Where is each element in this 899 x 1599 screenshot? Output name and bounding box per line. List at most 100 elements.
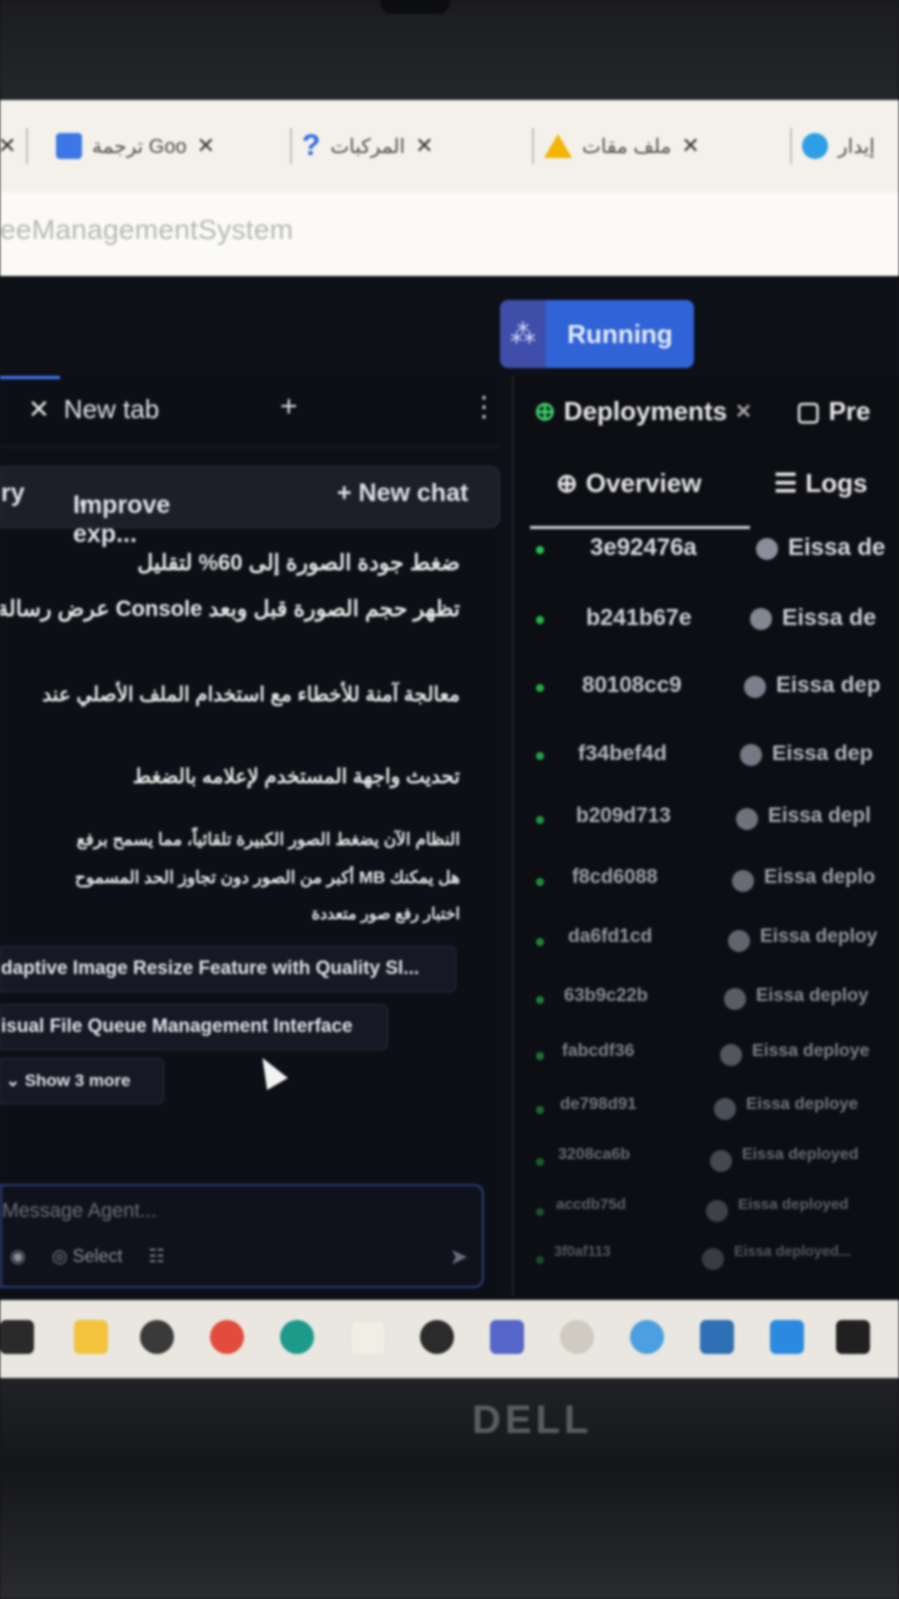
show-more-button[interactable]: ⌄ Show 3 more [0,1058,164,1104]
deployments-tab-bar: ⊕ Deployments ✕ ▢ Pre [514,376,899,446]
skype-icon[interactable] [630,1320,664,1354]
deployment-hash: de798d91 [560,1094,637,1113]
browser-tab-edge[interactable]: إيدار [790,100,875,192]
deployment-row[interactable]: de798d91 Eissa deploye [514,1094,899,1124]
deployment-author: Eissa deploy [760,926,878,947]
deployment-row[interactable]: 3f0af113 Eissa deployed... [514,1244,899,1274]
app-icon[interactable] [420,1320,454,1354]
add-tab-button[interactable]: + [280,390,298,424]
app-window: ⁂ Running ✕ New tab + ⋮ ry ◔ Improve exp… [0,276,899,1300]
attach-icon[interactable]: ◉ [10,1246,26,1267]
edge-icon[interactable] [280,1320,314,1354]
browser-tab-close[interactable]: ✕ [0,100,29,192]
vscode-icon[interactable] [770,1320,804,1354]
agent-toolbar: ry ◔ Improve exp... + New chat [0,466,500,548]
close-icon[interactable]: ✕ [681,133,699,159]
tab-overview[interactable]: ⊕ Overview [556,468,701,499]
folder-icon[interactable] [74,1320,108,1354]
input-tools: ◉ ◎ Select ☷ [10,1246,165,1267]
close-icon[interactable]: ✕ [735,399,752,424]
tab-preview[interactable]: ▢ Pre [796,396,871,427]
deployment-row[interactable]: b209d713 Eissa depl [514,804,899,834]
deployment-hash: 3208ca6b [558,1146,631,1163]
deployment-hash: 3e92476a [590,534,697,561]
tab-label: Pre [828,396,871,426]
new-chat-button[interactable]: + New chat [337,479,468,508]
deployment-row[interactable]: 63b9c22b Eissa deploy [514,984,899,1014]
deployment-author: Eissa deployed [742,1146,859,1163]
settings-sliders-icon[interactable]: ☷ [148,1246,164,1267]
browser-tab-label: إيدار [838,135,875,158]
checkpoint-chip[interactable]: daptive Image Resize Feature with Qualit… [0,946,456,992]
deployment-author: Eissa de [788,534,886,561]
select-button[interactable]: ◎ Select [52,1246,123,1267]
history-button[interactable]: ry [1,479,25,508]
deployment-hash: b209d713 [576,804,671,827]
close-icon[interactable]: ✕ [28,394,50,425]
tab-separator [532,128,534,164]
start-icon[interactable] [0,1320,34,1354]
browser-tab-strip: ✕ ترجمة Goo ✕ ? المركبات ✕ ملف مقات ✕ إي… [0,100,899,192]
deployment-row[interactable]: 80108cc9 Eissa dep [514,672,899,702]
status-dot [536,684,544,692]
deployment-row[interactable]: 3208ca6b Eissa deployed [514,1146,899,1176]
tab-new-tab[interactable]: ✕ New tab [28,394,159,425]
close-icon[interactable]: ✕ [415,133,433,159]
deployment-author: Eissa deploye [752,1040,870,1060]
deployment-hash: 80108cc9 [582,672,682,697]
avatar [744,676,766,698]
chat-line: هل يمكنك MB أكبر من الصور دون تجاوز الحد… [74,868,460,887]
tab-label: New tab [63,394,160,424]
file-icon[interactable] [350,1320,386,1356]
send-icon[interactable]: ➤ [450,1244,468,1270]
improve-label: Improve exp... [73,491,171,548]
browser-tab-translate[interactable]: ترجمة Goo ✕ [56,100,215,192]
close-icon[interactable]: ✕ [197,133,215,159]
deployment-row[interactable]: b241b67e Eissa de [514,604,899,634]
browser-tab-files[interactable]: ملف مقات ✕ [532,100,700,192]
status-dot [536,1106,544,1114]
globe-icon: ⊕ [534,396,556,426]
message-input[interactable]: Message Agent... ◉ ◎ Select ☷ ➤ [0,1184,484,1288]
app-icon[interactable] [140,1320,174,1354]
deployment-hash: 63b9c22b [564,984,648,1005]
close-icon[interactable]: ✕ [0,133,16,159]
word-icon[interactable] [700,1320,734,1354]
deployment-row[interactable]: 3e92476a Eissa de [514,534,899,564]
more-options-icon[interactable]: ⋮ [470,390,498,423]
deployment-hash: accdb75d [556,1196,627,1213]
drive-icon [544,134,572,158]
deployment-row[interactable]: f34bef4d Eissa dep [514,740,899,770]
windows-taskbar [0,1300,899,1378]
deployment-row[interactable]: accdb75d Eissa deployed [514,1196,899,1226]
address-bar[interactable]: eeManagementSystem [0,192,899,278]
deployment-hash: b241b67e [586,604,692,630]
chrome-icon[interactable] [210,1320,244,1354]
deployment-row[interactable]: fabcdf36 Eissa deploye [514,1040,899,1070]
deployment-hash: da6fd1cd [568,926,653,947]
tab-logs[interactable]: ☰ Logs [774,468,867,499]
app-icon[interactable] [560,1320,594,1354]
terminal-icon[interactable] [836,1320,870,1354]
dell-logo: DELL [472,1398,593,1442]
running-button[interactable]: Running [546,300,694,368]
tab-deployments[interactable]: ⊕ Deployments ✕ [534,396,752,427]
checkpoint-chip[interactable]: isual File Queue Management Interface [0,1004,388,1050]
avatar [710,1150,732,1172]
browser-tab-label: ترجمة Goo [92,135,187,158]
agent-panel: ✕ New tab + ⋮ ry ◔ Improve exp... + New … [0,376,500,1296]
teams-icon[interactable] [490,1320,524,1354]
workspace-grid-icon[interactable]: ⁂ [500,300,546,368]
avatar [720,1044,742,1066]
deployments-panel: ⊕ Deployments ✕ ▢ Pre ⊕ Overview ☰ Logs [512,376,899,1296]
deployment-row[interactable]: da6fd1cd Eissa deploy [514,926,899,956]
webcam [380,0,450,14]
browser-tab-vehicles[interactable]: ? المركبات ✕ [290,100,434,192]
deployment-row[interactable]: f8cd6088 Eissa deplo [514,866,899,896]
status-dot [536,878,544,886]
avatar [706,1200,728,1222]
chat-line: معالجة آمنة للأخطاء مع استخدام الملف الأ… [42,684,460,706]
deployment-hash: 3f0af113 [554,1244,611,1260]
deployment-hash: fabcdf36 [562,1040,635,1060]
tab-label: Deployments [563,396,728,426]
